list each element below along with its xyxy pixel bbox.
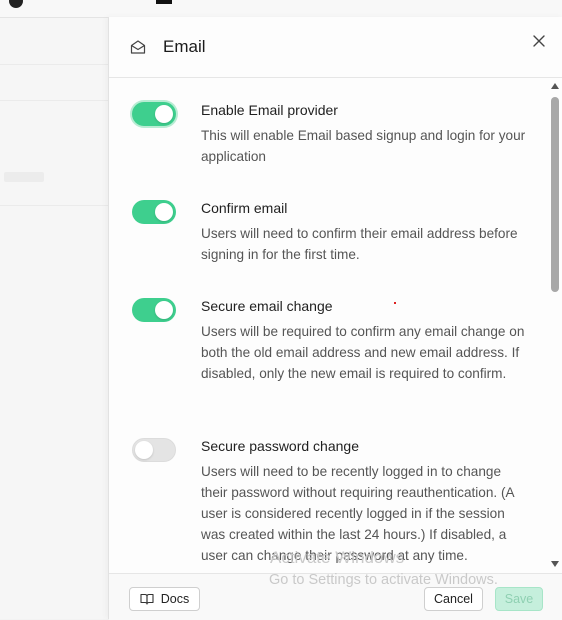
scrollbar[interactable] [549,81,561,571]
scrollbar-thumb[interactable] [551,97,559,292]
mail-open-icon [130,40,146,54]
toggle-knob [155,301,173,319]
scroll-up-arrow-icon[interactable] [551,83,559,89]
toggle-knob [135,441,153,459]
settings-list: Enable Email provider This will enable E… [109,78,562,573]
save-button[interactable]: Save [495,587,543,611]
panel-header: Email [109,17,562,78]
secure-email-change-toggle[interactable] [132,298,176,322]
toggle-knob [155,203,173,221]
browser-top-bar [0,0,562,18]
panel-title: Email [163,37,206,56]
windows-activation-watermark-subtitle: Go to Settings to activate Windows. [269,572,498,588]
stray-pixel [394,302,396,304]
cancel-button[interactable]: Cancel [424,587,483,611]
setting-description: Users will need to confirm their email a… [201,226,518,262]
setting-label: Enable Email provider [201,102,338,118]
close-icon[interactable] [529,31,549,51]
book-icon [140,593,154,605]
divider [0,100,108,101]
top-bar-mark [156,0,172,4]
toggle-knob [155,105,173,123]
setting-label: Secure email change [201,298,333,314]
windows-activation-watermark-title: Activate Windows [270,548,405,567]
email-provider-panel: Email Enable Email provider This will en… [108,17,562,620]
app-logo-icon [9,0,23,8]
confirm-email-toggle[interactable] [132,200,176,224]
setting-description: This will enable Email based signup and … [201,128,526,164]
cancel-button-label: Cancel [434,592,473,606]
setting-label: Confirm email [201,200,288,216]
enable-email-provider-toggle[interactable] [132,102,176,126]
secure-password-change-toggle[interactable] [132,438,176,462]
save-button-label: Save [504,592,534,606]
background-app [0,0,108,619]
setting-description: Users will be required to confirm any em… [201,324,525,381]
divider [0,205,108,206]
divider [0,64,108,65]
docs-button-label: Docs [160,592,190,606]
scroll-down-arrow-icon[interactable] [551,561,559,567]
background-text [4,172,44,182]
docs-button[interactable]: Docs [129,587,200,611]
setting-label: Secure password change [201,438,359,454]
